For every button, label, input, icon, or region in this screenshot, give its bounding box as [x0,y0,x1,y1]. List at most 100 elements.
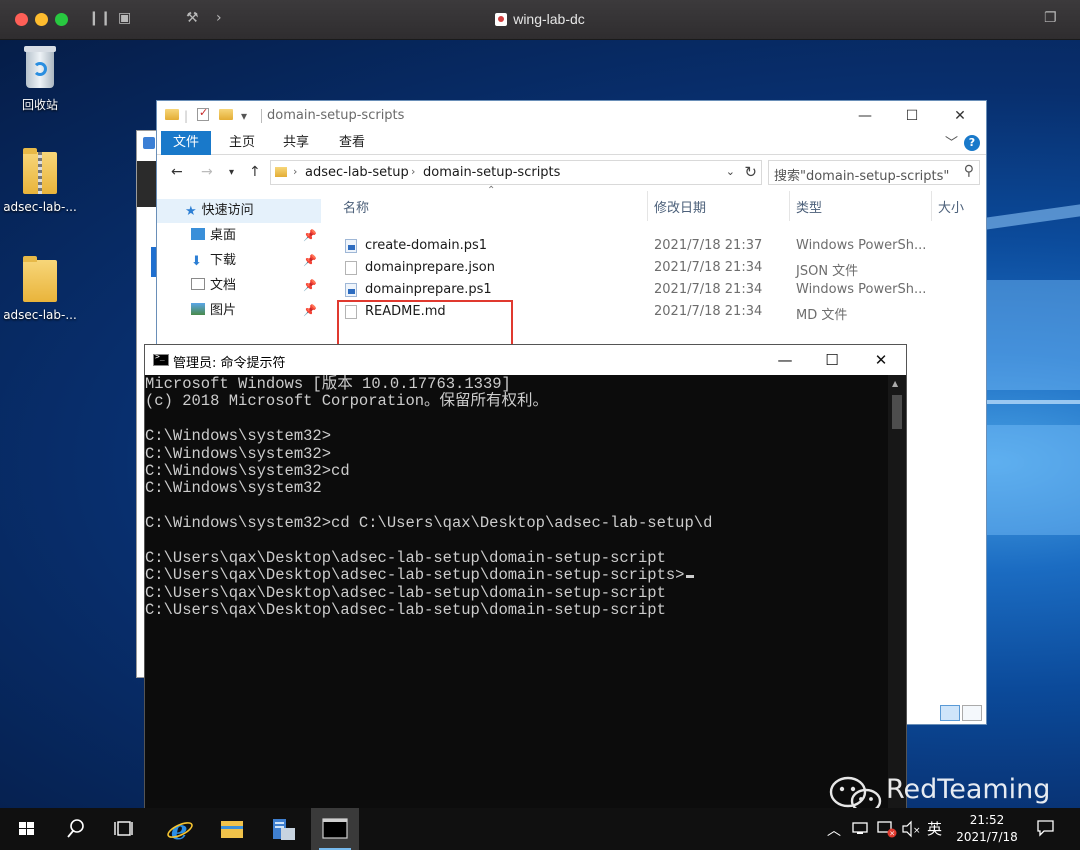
refresh-icon[interactable]: ↻ [744,163,757,181]
vm-title: wing-lab-dc [0,11,1080,27]
console-line: C:\Users\qax\Desktop\adsec-lab-setup\dom… [145,548,666,567]
file-name: domainprepare.json [365,260,495,275]
search-box[interactable]: 搜索"domain-setup-scripts" ⚲ [768,160,980,185]
column-header-size[interactable]: 大小 [938,197,964,216]
quick-access-dropdown-icon[interactable]: ▾ [241,109,247,123]
folder-icon [275,167,287,177]
start-button[interactable] [2,808,50,850]
desktop-icon-zip-folder[interactable]: adsec-lab-... [0,148,80,214]
back-arrow-icon[interactable]: ← [171,164,183,180]
column-header-type[interactable]: 类型 [796,197,822,216]
json-file-icon [345,261,357,275]
console-output[interactable]: Microsoft Windows [版本 10.0.17763.1339] (… [145,375,889,809]
tab-view[interactable]: 查看 [327,131,377,155]
task-view-button[interactable] [101,808,149,850]
recycle-bin-icon [22,46,58,90]
file-row[interactable]: create-domain.ps1 2021/7/18 21:37 Window… [327,235,986,257]
ribbon-tabs: 文件 主页 共享 查看 ﹀ ? [157,131,986,155]
sidebar-item-downloads[interactable]: ⬇ 下载 📌 [157,249,321,273]
file-name: create-domain.ps1 [365,238,488,253]
tab-home[interactable]: 主页 [217,131,267,155]
scrollbar-thumb[interactable] [892,395,902,429]
tab-share[interactable]: 共享 [271,131,321,155]
maximize-button[interactable]: ☐ [809,348,855,372]
search-icon [67,819,84,838]
properties-icon[interactable] [197,106,209,121]
action-center-warning-icon[interactable]: × [876,820,898,841]
minimize-button[interactable]: — [762,348,808,372]
taskbar-internet-explorer[interactable]: e [156,808,204,850]
recent-locations-icon[interactable]: ▾ [229,167,234,178]
close-button[interactable]: ✕ [937,105,983,129]
show-hidden-icons-chevron-icon[interactable]: ︿ [827,820,841,840]
breadcrumb-item[interactable]: adsec-lab-setup [305,165,409,180]
help-icon[interactable]: ? [964,135,980,151]
chevron-right-icon[interactable]: › [293,165,297,178]
forward-arrow-icon[interactable]: → [201,164,213,180]
maximize-button[interactable]: ☐ [889,105,935,129]
cmd-title-bar: 管理员: 命令提示符 — ☐ ✕ [145,345,906,375]
svg-text:×: × [889,830,895,838]
internet-explorer-icon: e [167,816,193,846]
file-row[interactable]: domainprepare.json 2021/7/18 21:34 JSON … [327,257,986,279]
address-bar[interactable]: › adsec-lab-setup › domain-setup-scripts… [270,160,762,185]
taskbar-file-explorer[interactable] [208,808,256,850]
chevron-right-icon[interactable]: › [411,165,415,178]
desktop-icon-label: adsec-lab-... [3,308,77,322]
file-name: domainprepare.ps1 [365,282,492,297]
file-modified: 2021/7/18 21:34 [654,304,763,319]
column-header-name[interactable]: 名称 [343,197,369,216]
pin-icon[interactable]: 📌 [303,249,317,273]
folder-icon [23,256,57,302]
picture-icon [191,303,205,315]
desktop-icon-label: adsec-lab-... [3,200,77,214]
sidebar-item-documents[interactable]: 文档 📌 [157,274,321,298]
pin-icon[interactable]: 📌 [303,299,317,323]
details-view-icon[interactable] [940,705,960,721]
close-button[interactable]: ✕ [858,348,904,372]
cmd-scrollbar[interactable]: ▲ [888,375,906,809]
console-line: C:\Users\qax\Desktop\adsec-lab-setup\dom… [145,583,666,602]
volume-muted-icon[interactable]: × [901,820,923,841]
minimize-button[interactable]: — [842,105,888,129]
scroll-up-icon[interactable]: ▲ [892,379,898,388]
zip-folder-icon [23,148,57,194]
svg-text:e: e [171,816,188,846]
up-arrow-icon[interactable]: ↑ [249,164,261,180]
large-icons-view-icon[interactable] [962,705,982,721]
taskbar-server-manager[interactable] [260,808,308,850]
file-row[interactable]: domainprepare.ps1 2021/7/18 21:34 Window… [327,279,986,301]
cmd-icon [153,352,169,366]
sidebar-item-pictures[interactable]: 图片 📌 [157,299,321,323]
file-explorer-icon [221,821,243,838]
powershell-file-icon [345,239,357,253]
expand-ribbon-icon[interactable]: ﹀ [945,132,958,151]
clock-time: 21:52 [969,813,1005,827]
file-type: JSON 文件 [796,264,859,279]
pin-icon[interactable]: 📌 [303,224,317,248]
sidebar-item-label: 桌面 [210,228,237,243]
pin-icon[interactable]: 📌 [303,274,317,298]
search-icon[interactable]: ⚲ [964,163,974,179]
sidebar-item-quick-access[interactable]: ★ 快速访问 [157,199,321,223]
taskbar-command-prompt[interactable] [311,808,359,850]
address-dropdown-icon[interactable]: ⌄ [726,165,735,178]
powershell-file-icon [345,283,357,297]
file-modified: 2021/7/18 21:34 [654,282,763,297]
breadcrumb-item[interactable]: domain-setup-scripts [423,165,560,180]
sidebar-item-desktop[interactable]: 桌面 📌 [157,224,321,248]
new-folder-icon[interactable] [219,109,233,120]
clock[interactable]: 21:52 2021/7/18 [946,812,1028,846]
tab-file[interactable]: 文件 [161,131,212,155]
desktop-icon-recycle-bin[interactable]: 回收站 [0,46,80,113]
network-tray-icon[interactable] [851,820,871,839]
column-header-modified[interactable]: 修改日期 [654,197,706,216]
desktop-icon-folder[interactable]: adsec-lab-... [0,256,80,322]
star-icon: ★ [185,204,197,219]
restore-window-icon[interactable]: ❐ [1044,10,1057,26]
input-method-indicator[interactable]: 英 [927,818,942,839]
search-button[interactable] [51,808,99,850]
cmd-title: 管理员: 命令提示符 [173,356,286,371]
desktop-icon-label: 回收站 [21,98,58,112]
notifications-icon[interactable] [1036,819,1056,840]
